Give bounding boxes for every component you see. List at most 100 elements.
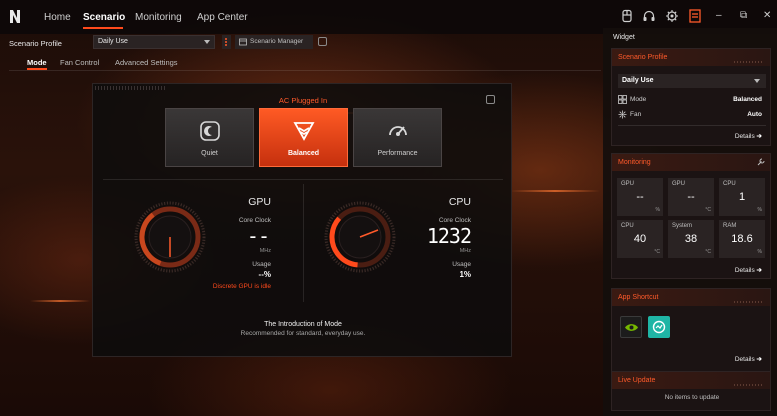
monitor-unit: % [757,207,762,213]
performance-mode-icon [389,126,407,136]
chevron-down-icon [204,40,210,44]
teal-app-icon[interactable] [648,316,670,338]
divider [9,70,601,71]
monitor-system-temp: System 38 °C [668,220,714,258]
tab-home[interactable]: Home [44,12,71,23]
more-options-button[interactable] [222,35,231,49]
card-header: Live Update [612,372,770,389]
cpu-clock-label: Core Clock [438,217,471,224]
scenario-manager-label: Scenario Manager [250,38,304,45]
mode-label: Quiet [201,150,218,157]
monitoring-card: Monitoring GPU -- % GPU -- °C CPU 1 % CP… [611,153,771,279]
info-icon[interactable] [486,95,495,104]
monitor-unit: % [757,249,762,255]
card-title: Monitoring [618,159,651,166]
minimize-button[interactable]: – [716,10,722,21]
divider [618,125,766,126]
chevron-down-icon [754,79,760,83]
gpu-clock-value: -- [246,224,270,248]
scenario-details-link[interactable]: Details ➔ [735,132,762,140]
subtab-mode[interactable]: Mode [27,58,47,67]
monitor-label: RAM [723,223,737,229]
keyboard-icon[interactable] [620,9,634,23]
cpu-usage-label: Usage [452,261,471,268]
mode-quiet-button[interactable]: Quiet [165,108,254,167]
light-streak [510,190,600,192]
divider [103,179,503,180]
monitoring-details-link[interactable]: Details ➔ [735,266,762,274]
widget-sidebar: Widget Scenario Profile Daily Use Mode B… [603,28,777,416]
monitor-label: CPU [723,181,736,187]
settings-icon[interactable] [665,9,679,23]
monitor-value: 1 [738,191,746,203]
cpu-usage-gauge [324,201,396,273]
nvidia-app-icon[interactable] [620,316,642,338]
scenario-profile-label: Scenario Profile [9,39,62,48]
shortcut-details-link[interactable]: Details ➔ [735,355,762,363]
restore-button[interactable]: ⧉ [740,10,747,21]
mode-balanced-button[interactable]: Balanced [259,108,348,167]
details-label: Details [734,133,755,140]
monitor-ram-usage: RAM 18.6 % [719,220,765,258]
gpu-usage-value: --% [258,270,271,279]
scenario-profile-select[interactable]: Daily Use [93,35,215,49]
monitor-unit: °C [705,249,711,255]
scenario-manager-button[interactable]: Scenario Manager [235,35,313,49]
gpu-title: GPU [248,196,271,208]
monitor-cpu-temp: CPU 40 °C [617,220,663,258]
decorative-hatch [734,301,764,303]
subtab-fan-control[interactable]: Fan Control [60,58,99,67]
mode-intro-title: The Introduction of Mode [264,321,342,328]
widget-fan-label: Fan [630,111,642,118]
tab-app-center[interactable]: App Center [197,12,248,23]
widget-panel-icon[interactable] [688,9,702,23]
monitor-gpu-usage: GPU -- % [617,178,663,216]
monitor-unit: % [655,207,660,213]
wrench-icon[interactable] [757,158,765,166]
tab-monitoring[interactable]: Monitoring [135,12,182,23]
app-glyph-icon [652,320,666,334]
app-shortcut-card: App Shortcut Details ➔ [611,288,771,372]
monitor-value: 40 [633,233,647,245]
gpu-usage-gauge [134,201,206,273]
info-icon[interactable] [318,37,327,46]
live-update-empty: No items to update [664,394,720,401]
mode-grid-icon [618,95,627,104]
close-button[interactable]: ✕ [763,10,771,21]
quiet-mode-icon [200,121,220,141]
cpu-clock-unit: MHz [459,248,471,254]
active-tab-indicator [83,27,123,29]
tab-scenario[interactable]: Scenario [83,12,125,23]
details-label: Details [734,267,755,274]
card-title: Scenario Profile [618,54,668,61]
power-status: AC Plugged In [278,96,328,105]
mode-label: Balanced [287,150,320,157]
monitor-label: GPU [672,181,686,187]
cpu-title: CPU [448,196,471,208]
widget-header: Widget [613,34,635,41]
widget-profile-select[interactable]: Daily Use [618,74,766,88]
card-header: Monitoring [612,154,770,171]
scenario-profile-card: Scenario Profile Daily Use Mode Balanced… [611,48,771,146]
gpu-clock-unit: MHz [259,248,271,254]
gpu-idle-note: Discrete GPU is idle [212,283,271,290]
monitor-gpu-temp: GPU -- °C [668,178,714,216]
mode-label: Performance [377,150,418,157]
monitor-value: 38 [684,233,698,245]
headset-icon[interactable] [642,9,656,23]
monitor-value: 18.6 [731,233,753,245]
gpu-usage-label: Usage [252,261,271,268]
app-logo-icon [10,10,20,23]
nvidia-eye-icon [625,324,638,331]
widget-profile-value: Daily Use [622,77,654,84]
monitor-value: -- [687,191,695,203]
widget-fan-value[interactable]: Auto [747,111,762,118]
widget-mode-value[interactable]: Balanced [733,96,762,103]
balanced-mode-icon [293,122,315,141]
cpu-clock-value: 1232 [426,224,472,248]
mode-panel: AC Plugged In Quiet Balanced Performance [92,83,512,357]
subtab-advanced-settings[interactable]: Advanced Settings [115,58,178,67]
gpu-clock-label: Core Clock [238,217,271,224]
mode-performance-button[interactable]: Performance [353,108,442,167]
card-title: Live Update [618,377,656,384]
